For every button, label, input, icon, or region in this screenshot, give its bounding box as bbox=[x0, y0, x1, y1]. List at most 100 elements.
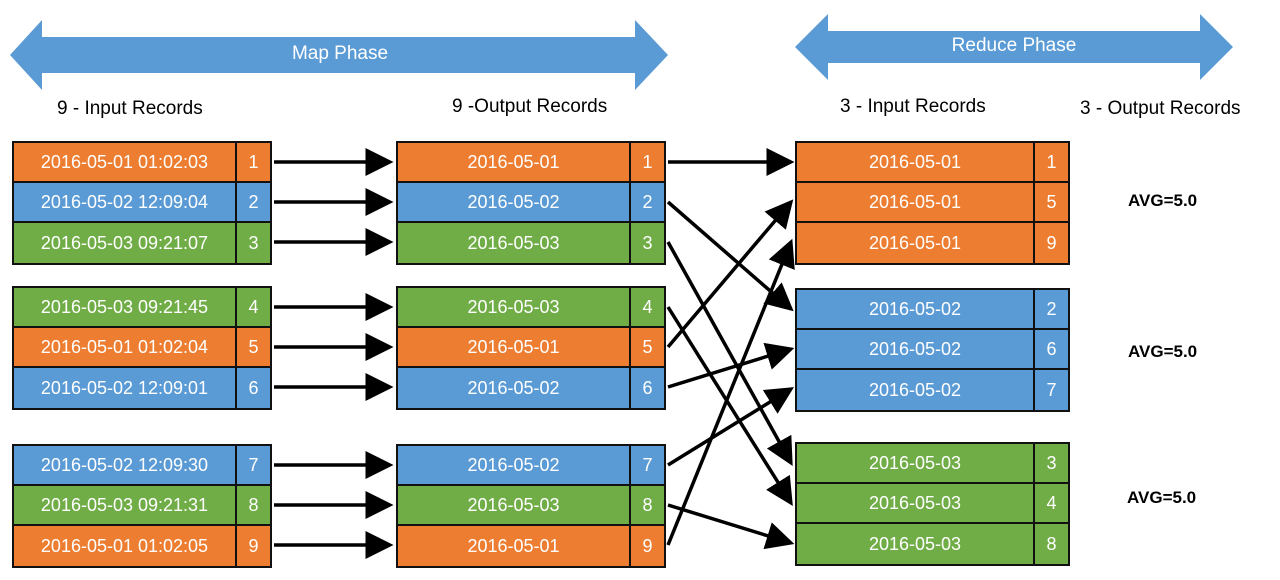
reduce-output-avg: AVG=5.0 bbox=[1128, 191, 1198, 210]
record-row: 2016-05-01 5 bbox=[398, 328, 664, 368]
record-key: 2016-05-03 bbox=[797, 524, 1035, 564]
record-value: 8 bbox=[1046, 533, 1057, 554]
record-value: 4 bbox=[642, 296, 653, 317]
record-key: 2016-05-01 01:02:04 bbox=[14, 328, 237, 366]
record-key: 2016-05-01 bbox=[398, 328, 631, 366]
record-value: 5 bbox=[248, 336, 259, 357]
reduce-input-group: 2016-05-02 2 2016-05-02 6 2016-05-02 7 bbox=[795, 288, 1070, 412]
record-value: 6 bbox=[1046, 338, 1057, 359]
record-row: 2016-05-02 12:09:04 2 bbox=[14, 183, 270, 223]
record-key: 2016-05-01 bbox=[797, 183, 1035, 221]
record-key: 2016-05-02 bbox=[797, 370, 1035, 410]
record-value: 7 bbox=[642, 454, 653, 475]
record-value: 7 bbox=[1046, 379, 1057, 400]
map-input-group: 2016-05-01 01:02:03 1 2016-05-02 12:09:04 2… bbox=[12, 141, 272, 265]
record-value: 9 bbox=[248, 535, 259, 556]
reduce-output-avg: AVG=5.0 bbox=[1128, 342, 1198, 361]
record-row: 2016-05-01 9 bbox=[398, 526, 664, 566]
record-key: 2016-05-02 bbox=[398, 368, 631, 408]
record-key: 2016-05-01 01:02:03 bbox=[14, 143, 237, 181]
record-value: 1 bbox=[1046, 151, 1057, 172]
map-phase-label: Map Phase bbox=[291, 43, 389, 64]
record-key: 2016-05-03 bbox=[398, 288, 631, 326]
map-output-group: 2016-05-03 4 2016-05-01 5 2016-05-02 6 bbox=[396, 286, 666, 410]
record-value: 6 bbox=[248, 377, 259, 398]
map-input-group: 2016-05-03 09:21:45 4 2016-05-01 01:02:04 5… bbox=[12, 286, 272, 410]
record-value: 2 bbox=[248, 191, 259, 212]
map-output-header: 9 -Output Records bbox=[452, 96, 608, 117]
record-key: 2016-05-03 bbox=[398, 486, 631, 524]
record-key: 2016-05-02 bbox=[398, 183, 631, 221]
record-row: 2016-05-01 5 bbox=[797, 183, 1068, 223]
map-input-header: 9 - Input Records bbox=[57, 98, 203, 119]
record-row: 2016-05-01 9 bbox=[797, 223, 1068, 263]
record-key: 2016-05-01 bbox=[398, 143, 631, 181]
record-row: 2016-05-02 2 bbox=[797, 290, 1068, 330]
record-value: 2 bbox=[642, 191, 653, 212]
record-value: 6 bbox=[642, 377, 653, 398]
record-row: 2016-05-03 8 bbox=[797, 524, 1068, 564]
reduce-output-header: 3 - Output Records bbox=[1080, 98, 1241, 119]
record-value: 5 bbox=[1046, 191, 1057, 212]
record-value: 9 bbox=[1046, 232, 1057, 253]
record-value: 3 bbox=[1046, 452, 1057, 473]
record-key: 2016-05-03 bbox=[797, 444, 1035, 482]
record-key: 2016-05-03 09:21:45 bbox=[14, 288, 237, 326]
record-row: 2016-05-02 2 bbox=[398, 183, 664, 223]
reduce-output-avg: AVG=5.0 bbox=[1127, 488, 1197, 507]
record-key: 2016-05-03 bbox=[398, 223, 631, 263]
reduce-input-header: 3 - Input Records bbox=[840, 96, 986, 117]
record-value: 2 bbox=[1046, 298, 1057, 319]
record-value: 4 bbox=[1046, 492, 1057, 513]
record-row: 2016-05-01 1 bbox=[797, 143, 1068, 183]
record-row: 2016-05-01 01:02:04 5 bbox=[14, 328, 270, 368]
record-row: 2016-05-03 09:21:07 3 bbox=[14, 223, 270, 263]
map-output-group: 2016-05-02 7 2016-05-03 8 2016-05-01 9 bbox=[396, 444, 666, 568]
record-row: 2016-05-02 7 bbox=[398, 446, 664, 486]
shuffle-arrow bbox=[666, 306, 793, 506]
record-key: 2016-05-01 bbox=[797, 223, 1035, 263]
record-value: 3 bbox=[248, 232, 259, 253]
record-row: 2016-05-02 7 bbox=[797, 370, 1068, 410]
map-output-group: 2016-05-01 1 2016-05-02 2 2016-05-03 3 bbox=[396, 141, 666, 265]
record-key: 2016-05-02 12:09:04 bbox=[14, 183, 237, 221]
record-value: 3 bbox=[642, 232, 653, 253]
record-value: 1 bbox=[248, 151, 259, 172]
record-key: 2016-05-01 01:02:05 bbox=[14, 526, 237, 566]
record-row: 2016-05-01 01:02:03 1 bbox=[14, 143, 270, 183]
record-value: 8 bbox=[248, 494, 259, 515]
record-row: 2016-05-03 09:21:31 8 bbox=[14, 486, 270, 526]
record-key: 2016-05-02 bbox=[797, 290, 1035, 328]
record-key: 2016-05-02 bbox=[398, 446, 631, 484]
record-row: 2016-05-03 3 bbox=[398, 223, 664, 263]
record-row: 2016-05-02 6 bbox=[797, 330, 1068, 370]
record-row: 2016-05-03 3 bbox=[797, 444, 1068, 484]
record-row: 2016-05-02 12:09:01 6 bbox=[14, 368, 270, 408]
record-row: 2016-05-03 09:21:45 4 bbox=[14, 288, 270, 328]
record-row: 2016-05-02 12:09:30 7 bbox=[14, 446, 270, 486]
record-key: 2016-05-03 bbox=[797, 484, 1035, 522]
reduce-input-group: 2016-05-03 3 2016-05-03 4 2016-05-03 8 bbox=[795, 442, 1070, 566]
record-row: 2016-05-03 4 bbox=[398, 288, 664, 328]
record-key: 2016-05-02 12:09:30 bbox=[14, 446, 237, 484]
shuffle-arrow bbox=[666, 200, 794, 312]
record-key: 2016-05-03 09:21:31 bbox=[14, 486, 237, 524]
record-key: 2016-05-03 09:21:07 bbox=[14, 223, 237, 263]
record-value: 5 bbox=[642, 336, 653, 357]
record-key: 2016-05-01 bbox=[797, 143, 1035, 181]
record-row: 2016-05-01 1 bbox=[398, 143, 664, 183]
record-key: 2016-05-02 bbox=[797, 330, 1035, 368]
shuffle-arrow bbox=[667, 503, 795, 550]
record-key: 2016-05-02 12:09:01 bbox=[14, 368, 237, 408]
reduce-input-group: 2016-05-01 1 2016-05-01 5 2016-05-01 9 bbox=[795, 141, 1070, 265]
record-row: 2016-05-03 8 bbox=[398, 486, 664, 526]
record-row: 2016-05-01 01:02:05 9 bbox=[14, 526, 270, 566]
shuffle-arrow bbox=[666, 238, 795, 546]
map-input-group: 2016-05-02 12:09:30 7 2016-05-03 09:21:31 8… bbox=[12, 444, 272, 568]
reduce-phase-label: Reduce Phase bbox=[951, 35, 1077, 56]
record-value: 4 bbox=[248, 296, 259, 317]
record-value: 7 bbox=[248, 454, 259, 475]
record-row: 2016-05-03 4 bbox=[797, 484, 1068, 524]
record-row: 2016-05-02 6 bbox=[398, 368, 664, 408]
record-key: 2016-05-01 bbox=[398, 526, 631, 566]
